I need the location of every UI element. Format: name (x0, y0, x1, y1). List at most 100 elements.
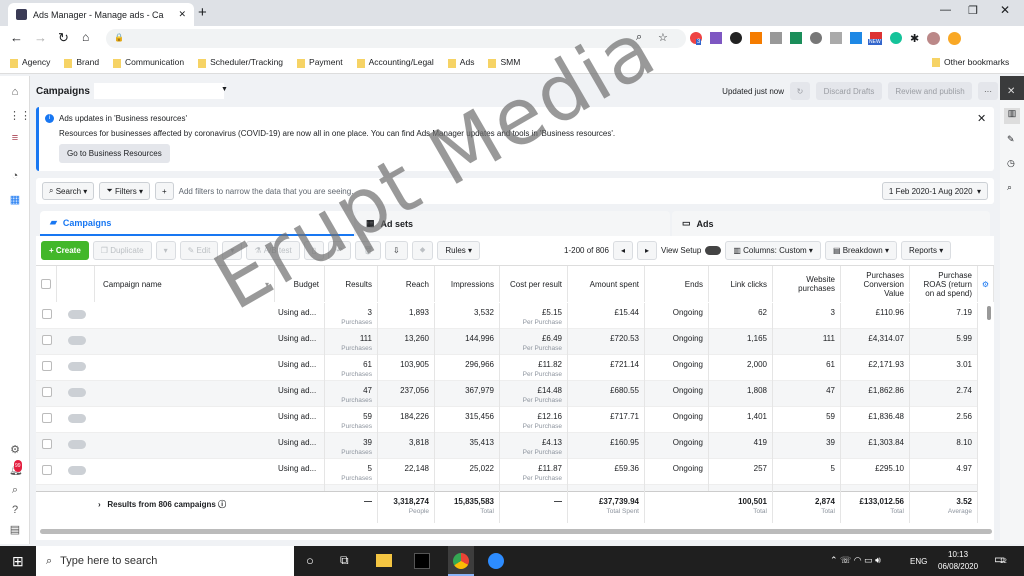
checkbox[interactable] (42, 413, 52, 423)
edit-dropdown[interactable]: ▾ (222, 240, 243, 260)
home-icon[interactable]: ⌂ (82, 30, 89, 44)
column-header-results[interactable]: Results (325, 266, 378, 302)
campaigns-table-icon[interactable]: ▦ (9, 194, 21, 206)
settings-gear-icon[interactable]: ⚙ (9, 444, 21, 456)
report-icon[interactable]: ▤ (9, 524, 21, 536)
edit-pencil-icon[interactable]: ✎ (1007, 134, 1015, 145)
trash-icon[interactable]: 🗑︎ (354, 240, 382, 260)
reports-button[interactable]: Reports ▾ (901, 240, 952, 260)
create-button[interactable]: + Create (41, 240, 89, 260)
extension-icon[interactable]: 3 (690, 32, 702, 45)
edit-button[interactable]: ✎ Edit (179, 240, 219, 260)
taskbar-search[interactable]: ⌕ Type here to search (36, 546, 294, 576)
column-header-reach[interactable]: Reach (378, 266, 435, 302)
checkbox[interactable] (42, 387, 52, 397)
extension-icon[interactable] (750, 32, 762, 44)
help-icon[interactable]: ? (9, 504, 21, 516)
extension-icon[interactable] (770, 32, 782, 44)
history-icon[interactable]: ◷ (1007, 158, 1015, 169)
info-icon[interactable]: ⓘ (218, 500, 226, 509)
bookmark-agency[interactable]: Agency (10, 57, 50, 68)
column-settings-icon[interactable]: ⚙ (978, 266, 994, 302)
tab-campaigns[interactable]: ▰ Campaigns (40, 211, 354, 236)
home-icon[interactable]: ⌂ (9, 86, 21, 98)
language-indicator[interactable]: ENG (910, 557, 927, 566)
chart-icon[interactable]: ▥ (1004, 108, 1020, 124)
account-select[interactable]: ▼ (93, 83, 228, 99)
rules-button[interactable]: Rules ▾ (437, 240, 481, 260)
bookmark-payment[interactable]: Payment (297, 57, 343, 68)
duplicate-button[interactable]: ❐ Duplicate (92, 240, 152, 260)
grammarly-icon[interactable] (890, 32, 902, 44)
notifications-icon[interactable]: ▭ 12 (994, 552, 1007, 566)
select-all-checkbox-cell[interactable] (36, 266, 57, 302)
checkbox[interactable] (42, 335, 52, 345)
extension-icon[interactable] (730, 32, 742, 44)
refresh-button[interactable]: ↻ (790, 82, 810, 100)
tab-ads[interactable]: ▭ Ads (672, 211, 990, 236)
notifications-bell-icon[interactable]: 🔔︎99 (9, 460, 23, 476)
extension-icon[interactable] (850, 32, 862, 44)
horizontal-scrollbar[interactable] (40, 529, 992, 534)
checkbox[interactable] (42, 439, 52, 449)
go-to-business-resources-button[interactable]: Go to Business Resources (59, 144, 170, 163)
bookmark-star-icon[interactable]: ☆ (658, 31, 668, 44)
breakdown-button[interactable]: ▤ Breakdown ▾ (824, 240, 897, 260)
ab-test-button[interactable]: ⚗ A/B test (246, 240, 300, 260)
extensions-puzzle-icon[interactable]: ✱ (910, 32, 919, 45)
bookmark-ads[interactable]: Ads (447, 57, 474, 68)
clock-time[interactable]: 10:13 (948, 550, 968, 559)
column-header-cost-per-result[interactable]: Cost per result (500, 266, 568, 302)
cortana-icon[interactable]: ○ (306, 553, 314, 568)
extension-icon[interactable] (710, 32, 722, 44)
expand-chevron-icon[interactable]: › (98, 500, 101, 509)
extension-icon[interactable] (810, 32, 822, 44)
filters-button[interactable]: ⏷ Filters ▾ (99, 182, 150, 200)
more-button[interactable]: ··· (978, 82, 998, 100)
address-bar[interactable]: 🔒 ⌕ ☆ (106, 29, 686, 48)
close-tab-icon[interactable]: ✕ (178, 9, 186, 20)
export-icon[interactable]: ⇩ (385, 240, 408, 260)
bookmark-brand[interactable]: Brand (64, 57, 99, 68)
restore-icon[interactable]: ❐ (968, 4, 978, 17)
column-header-link-clicks[interactable]: Link clicks (709, 266, 773, 302)
undo-icon[interactable]: ↶ (328, 240, 351, 260)
campaign-toggle[interactable] (68, 414, 86, 423)
add-filter-button[interactable]: + (154, 182, 174, 200)
column-header-ends[interactable]: Ends (645, 266, 709, 302)
delete-draft-icon[interactable]: ▯ (303, 240, 325, 260)
dashboard-gauge-icon[interactable]: ◔ (9, 170, 21, 182)
bookmark-scheduler-tracking[interactable]: Scheduler/Tracking (198, 57, 283, 68)
clock-date[interactable]: 06/08/2020 (938, 562, 978, 571)
campaign-toggle[interactable] (68, 466, 86, 475)
chrome-icon[interactable] (448, 546, 474, 576)
minimize-icon[interactable]: — (940, 4, 951, 16)
close-panel-icon[interactable]: ✕ (1007, 86, 1015, 97)
checkbox[interactable] (42, 309, 52, 319)
update-alert-icon[interactable] (948, 32, 962, 45)
campaign-toggle[interactable] (68, 388, 86, 397)
columns-button[interactable]: ▥ Columns: Custom ▾ (725, 240, 821, 260)
close-window-icon[interactable]: ✕ (1000, 3, 1010, 17)
reload-icon[interactable]: ↻ (58, 30, 69, 46)
next-page-button[interactable]: ▸ (636, 240, 657, 260)
task-view-icon[interactable]: ⧉ (340, 553, 349, 568)
column-header-impressions[interactable]: Impressions (435, 266, 500, 302)
prev-page-button[interactable]: ◂ (612, 240, 633, 260)
duplicate-dropdown[interactable]: ▾ (155, 240, 176, 260)
discard-drafts-button[interactable]: Discard Drafts (816, 82, 882, 100)
search-icon[interactable]: ⌕ (9, 484, 21, 496)
vertical-scrollbar[interactable] (987, 306, 991, 320)
column-header-purchases-conversion-value[interactable]: Purchases Conversion Value (841, 266, 910, 302)
bookmark-communication[interactable]: Communication (113, 57, 184, 68)
sort-icon[interactable]: ▾ (265, 280, 269, 289)
column-header-amount-spent[interactable]: Amount spent (568, 266, 645, 302)
campaign-toggle[interactable] (68, 336, 86, 345)
tab-ad-sets[interactable]: ▦ Ad sets (356, 211, 670, 236)
checkbox[interactable] (41, 279, 51, 289)
other-bookmarks[interactable]: Other bookmarks (932, 57, 1009, 68)
campaign-toggle[interactable] (68, 362, 86, 371)
checkbox[interactable] (42, 465, 52, 475)
extension-icon[interactable] (790, 32, 802, 44)
back-icon[interactable]: ← (10, 30, 23, 45)
